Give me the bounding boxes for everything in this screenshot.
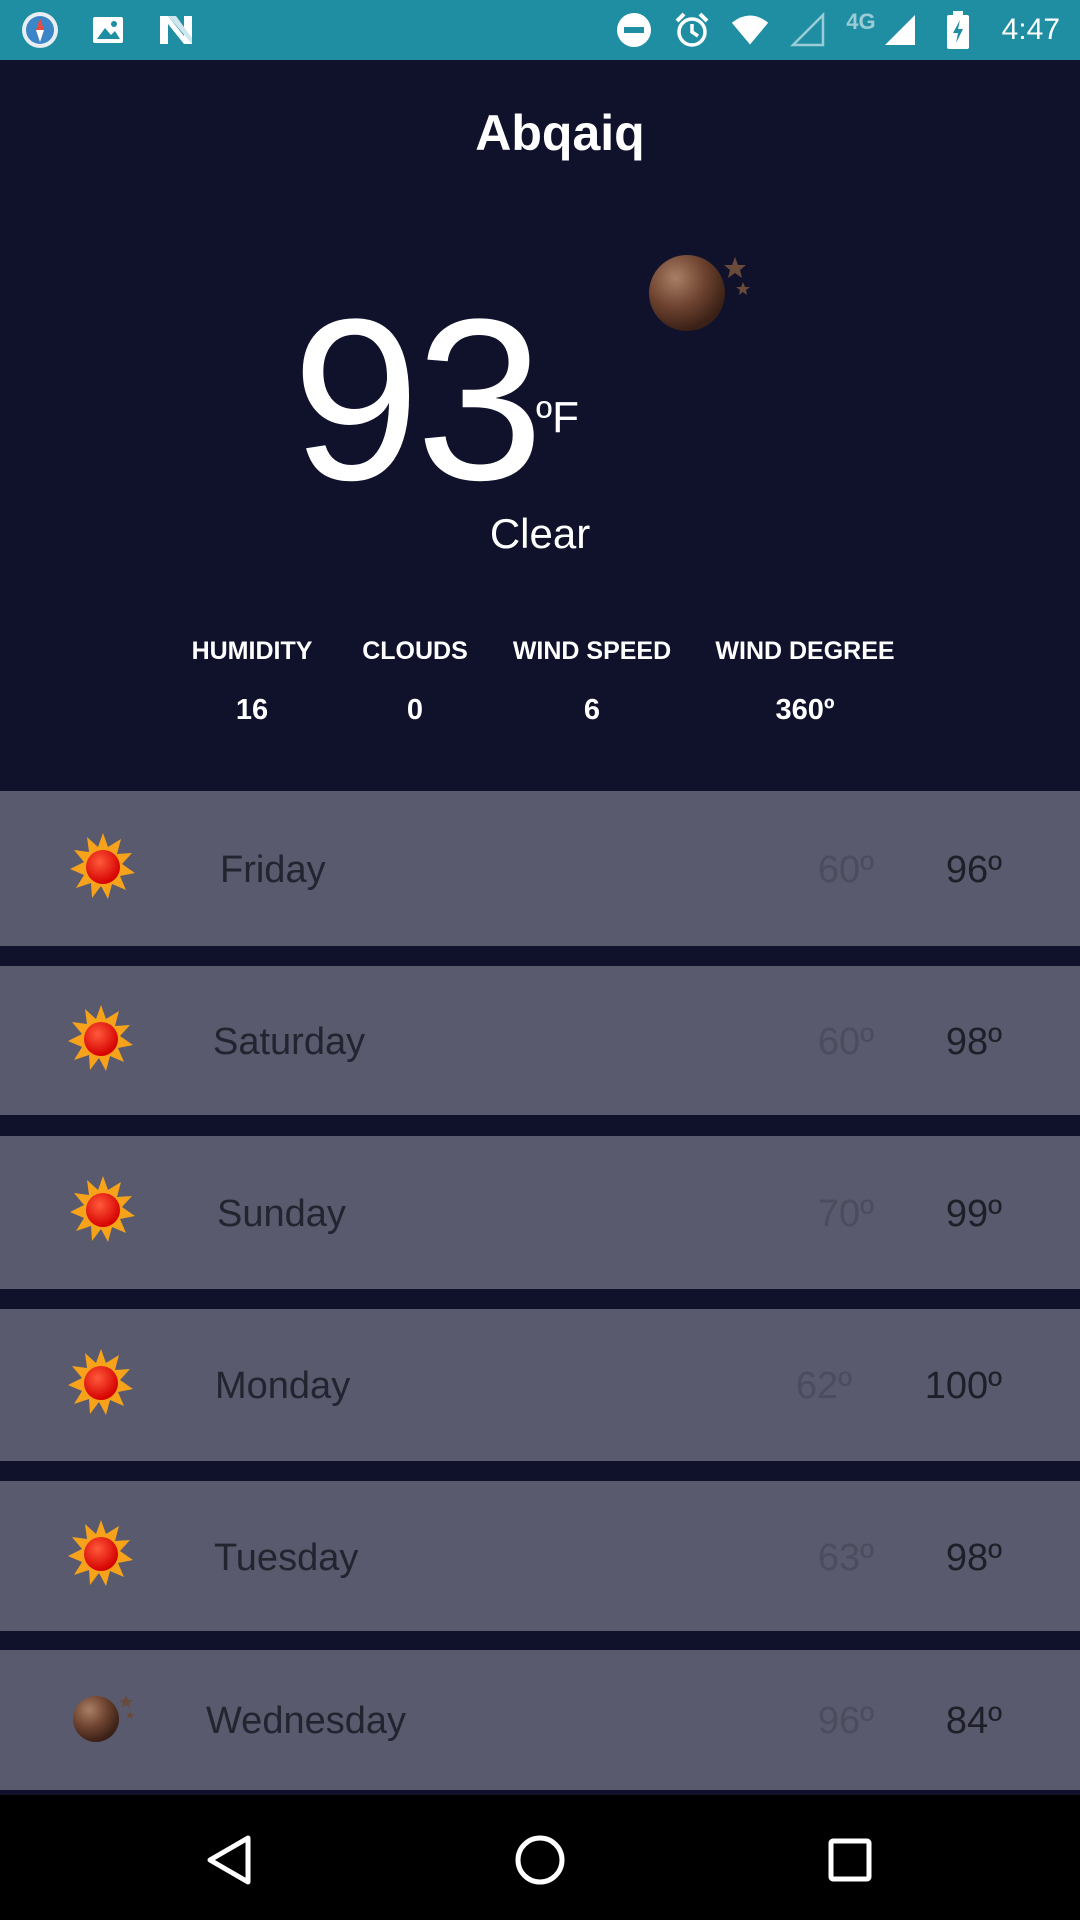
stat-value: 0 <box>406 694 424 726</box>
sun-icon <box>66 1518 136 1588</box>
status-bar: 4G 4:47 <box>0 0 1080 60</box>
clock: 4:47 <box>1001 13 1060 46</box>
sun-icon <box>66 1347 136 1417</box>
n-logo-icon <box>156 10 196 50</box>
forecast-high: 98º <box>945 1537 1002 1579</box>
stat-humidity: HUMIDITY 16 <box>180 637 324 727</box>
forecast-low: 62º <box>795 1365 852 1407</box>
sun-icon <box>66 1003 136 1073</box>
forecast-row-wednesday[interactable]: Wednesday 96º 84º <box>0 1650 1080 1790</box>
network-type: 4G <box>846 9 876 34</box>
image-icon <box>88 10 128 50</box>
forecast-low: 60º <box>817 849 874 891</box>
stat-clouds: CLOUDS 0 <box>353 637 477 727</box>
weather-condition: Clear <box>489 510 591 557</box>
forecast-high: 98º <box>945 1021 1002 1063</box>
recents-icon[interactable] <box>815 1825 885 1895</box>
stat-value: 6 <box>583 694 601 726</box>
current-temperature: 93 <box>292 271 544 528</box>
temperature-unit: ºF <box>536 393 579 442</box>
forecast-low: 70º <box>817 1193 874 1235</box>
forecast-low: 96º <box>817 1700 874 1742</box>
stat-label: HUMIDITY <box>191 637 313 665</box>
wifi-icon <box>730 10 770 50</box>
forecast-day: Tuesday <box>214 1537 359 1579</box>
stat-label: WIND DEGREE <box>715 637 895 665</box>
forecast-high: 100º <box>924 1365 1002 1407</box>
alarm-icon <box>672 10 712 50</box>
signal-empty-icon <box>788 10 828 50</box>
forecast-day: Wednesday <box>206 1700 406 1742</box>
forecast-high: 96º <box>945 849 1002 891</box>
battery-charging-icon <box>938 10 978 50</box>
current-weather-panel: Abqaiq 93 ºF Clear HUMIDITY 16 CLOUDS 0 … <box>0 60 1080 790</box>
forecast-day: Friday <box>220 849 326 891</box>
signal-full-icon <box>880 10 920 50</box>
forecast-low: 63º <box>817 1537 874 1579</box>
home-icon[interactable] <box>505 1825 575 1895</box>
back-icon[interactable] <box>195 1825 265 1895</box>
moon-icon <box>645 245 755 335</box>
forecast-row-saturday[interactable]: Saturday 60º 98º <box>0 966 1080 1115</box>
stat-label: WIND SPEED <box>512 637 672 665</box>
forecast-low: 60º <box>817 1021 874 1063</box>
forecast-row-monday[interactable]: Monday 62º 100º <box>0 1309 1080 1461</box>
forecast-row-friday[interactable]: Friday 60º 96º <box>0 791 1080 946</box>
stat-wind-degree: WIND DEGREE 360º <box>710 637 900 727</box>
forecast-row-tuesday[interactable]: Tuesday 63º 98º <box>0 1481 1080 1631</box>
stat-label: CLOUDS <box>362 637 468 665</box>
dnd-icon <box>614 10 654 50</box>
forecast-high: 99º <box>945 1193 1002 1235</box>
compass-icon <box>20 10 60 50</box>
stat-value: 360º <box>775 694 835 726</box>
weather-stats: HUMIDITY 16 CLOUDS 0 WIND SPEED 6 WIND D… <box>0 637 1080 757</box>
forecast-row-sunday[interactable]: Sunday 70º 99º <box>0 1136 1080 1289</box>
stat-wind-speed: WIND SPEED 6 <box>505 637 679 727</box>
sun-icon <box>68 1174 138 1244</box>
forecast-day: Sunday <box>217 1193 346 1235</box>
stat-value: 16 <box>235 694 269 726</box>
moon-icon <box>70 1687 140 1757</box>
forecast-day: Saturday <box>213 1021 366 1063</box>
forecast-high: 84º <box>945 1700 1002 1742</box>
sun-icon <box>68 831 138 901</box>
navigation-bar <box>0 1795 1080 1920</box>
city-name: Abqaiq <box>475 105 645 161</box>
forecast-day: Monday <box>215 1365 351 1407</box>
